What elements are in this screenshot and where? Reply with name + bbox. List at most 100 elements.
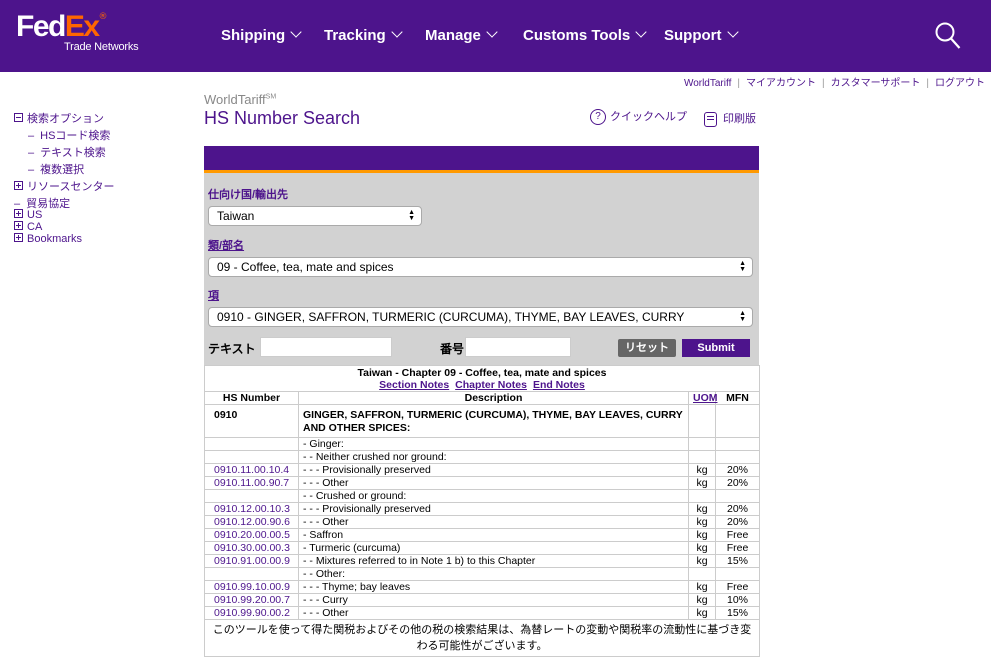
destination-select[interactable]: Taiwan ▲ ▼ (208, 206, 422, 226)
hs-number-cell[interactable]: 0910.99.20.00.7 (204, 593, 299, 607)
sidebar-item-bookmarks[interactable]: Bookmarks (14, 233, 82, 245)
sidebar-item-label: US (27, 209, 43, 221)
uom-cell: kg (688, 476, 716, 490)
nav-manage[interactable]: Manage (425, 26, 498, 44)
heading-value: 0910 - GINGER, SAFFRON, TURMERIC (CURCUM… (217, 310, 685, 324)
select-arrows-icon: ▲ ▼ (408, 209, 415, 222)
sidebar-item-us[interactable]: US (14, 209, 42, 221)
mfn-cell: 20% (714, 463, 761, 477)
number-label: 番号 (440, 342, 465, 356)
hs-number-cell[interactable]: 0910.11.00.10.4 (204, 463, 299, 477)
hs-number-cell[interactable]: 0910.11.00.90.7 (204, 476, 299, 490)
mfn-cell: 15% (714, 554, 761, 568)
question-icon: ? (590, 109, 606, 126)
description-cell: - - - Other (298, 515, 689, 529)
logo-fed: Fed (16, 10, 66, 43)
number-input[interactable] (465, 337, 571, 357)
end-notes-link[interactable]: End Notes (533, 379, 585, 391)
expand-icon[interactable] (14, 233, 23, 242)
results-table: Taiwan - Chapter 09 - Coffee, tea, mate … (203, 365, 761, 657)
quick-help-link[interactable]: ? クイックヘルプ (590, 108, 687, 126)
nav-tracking[interactable]: Tracking (324, 26, 403, 44)
hs-number-cell (204, 489, 299, 503)
col-description: Description (298, 391, 689, 405)
heading-label[interactable]: 項 (208, 287, 219, 303)
separator: | (737, 78, 740, 89)
heading-row: 0910 GINGER, SAFFRON, TURMERIC (CURCUMA)… (204, 404, 761, 438)
hs-number-cell (204, 450, 299, 464)
sidebar-item-hs-code-search[interactable]: – HSコード検索 (28, 127, 110, 143)
link-customer-support[interactable]: カスタマーサポート (831, 78, 921, 89)
hs-number-cell[interactable]: 0910.91.00.00.9 (204, 554, 299, 568)
results-caption-row: Taiwan - Chapter 09 - Coffee, tea, mate … (203, 365, 761, 392)
uom-cell: kg (688, 554, 716, 568)
sidebar-item-ca[interactable]: CA (14, 221, 42, 233)
results-body: - Ginger: - - Neither crushed nor ground:… (204, 437, 761, 620)
section-notes-link[interactable]: Section Notes (379, 379, 449, 391)
chapter-label[interactable]: 類/部名 (208, 237, 244, 253)
search-icon[interactable] (935, 22, 961, 50)
chevron-down-icon (290, 26, 302, 38)
hs-number-cell[interactable]: 0910.99.90.00.2 (204, 606, 299, 620)
sidebar-item-multi-select[interactable]: – 複数選択 (28, 161, 84, 177)
mfn-cell: 20% (714, 502, 761, 516)
text-input[interactable] (260, 337, 392, 357)
table-row: 0910.99.20.00.7- - - Curry kg 10% (204, 593, 761, 607)
link-worldtariff[interactable]: WorldTariff (684, 78, 731, 89)
sidebar-item-resource-center[interactable]: リソースセンター (14, 178, 114, 194)
table-row: 0910.12.00.10.3- - - Provisionally prese… (204, 502, 761, 516)
sidebar-item-label: 検索オプション (27, 113, 104, 125)
description-cell: - - - Thyme; bay leaves (298, 580, 689, 594)
description-cell: - - Mixtures referred to in Note 1 b) to… (298, 554, 689, 568)
sidebar-item-search-options[interactable]: 検索オプション (14, 110, 104, 126)
table-row: 0910.99.90.00.2- - - Other kg 15% (204, 606, 761, 620)
destination-value: Taiwan (217, 209, 255, 223)
reset-button[interactable]: リセット (618, 339, 676, 357)
hs-number-cell[interactable]: 0910.12.00.10.3 (204, 502, 299, 516)
table-row: 0910.99.10.00.9- - - Thyme; bay leaves kg… (204, 580, 761, 594)
sidebar-item-label: テキスト検索 (40, 147, 106, 159)
service-mark: SM (265, 93, 277, 101)
link-my-account[interactable]: マイアカウント (746, 78, 816, 89)
description-cell: - - Neither crushed nor ground: (298, 450, 689, 464)
expand-icon[interactable] (14, 221, 23, 230)
description-cell: - - - Provisionally preserved (298, 463, 689, 477)
text-label: テキスト (208, 342, 256, 356)
utility-links: WorldTariff | マイアカウント | カスタマーサポート | ログアウト (684, 74, 985, 89)
table-row: - - Other: (204, 567, 761, 581)
heading-select[interactable]: 0910 - GINGER, SAFFRON, TURMERIC (CURCUM… (208, 307, 753, 327)
chapter-notes-link[interactable]: Chapter Notes (455, 379, 527, 391)
col-uom-link[interactable]: UOM (688, 391, 718, 405)
expand-icon[interactable] (14, 209, 23, 218)
collapse-icon[interactable] (14, 113, 23, 122)
nav-customs-tools[interactable]: Customs Tools (523, 26, 647, 44)
hs-number-cell[interactable]: 0910.12.00.90.6 (204, 515, 299, 529)
col-hs-number: HS Number (204, 391, 299, 405)
fedex-logo[interactable]: FedEx® Trade Networks (16, 10, 139, 54)
logo-ex: Ex (64, 10, 100, 43)
brand-worldtariff: WorldTariffSM (204, 92, 276, 107)
submit-button[interactable]: Submit (682, 339, 750, 357)
table-row: - - Neither crushed nor ground: (204, 450, 761, 464)
nav-support-label: Support (664, 27, 722, 44)
nav-shipping[interactable]: Shipping (221, 26, 302, 44)
mfn-cell (714, 567, 761, 581)
chevron-down-icon (391, 26, 403, 38)
expand-icon[interactable] (14, 181, 23, 190)
logo-subtitle: Trade Networks (64, 41, 139, 53)
mfn-cell: 20% (714, 515, 761, 529)
mfn-cell: 20% (714, 476, 761, 490)
sidebar-item-text-search[interactable]: – テキスト検索 (28, 144, 106, 160)
hs-number-cell[interactable]: 0910.99.10.00.9 (204, 580, 299, 594)
nav-support[interactable]: Support (664, 26, 739, 44)
hs-number-cell[interactable]: 0910.30.00.00.3 (204, 541, 299, 555)
print-version-link[interactable]: 印刷版 (704, 110, 756, 127)
footnote-row: このツールを使って得た関税およびその他の税の検索結果は、為替レートの変動や関税率… (203, 619, 761, 657)
link-logout[interactable]: ログアウト (935, 78, 985, 89)
uom-cell (688, 437, 716, 451)
table-row: - - Crushed or ground: (204, 489, 761, 503)
hs-number-cell[interactable]: 0910.20.00.00.5 (204, 528, 299, 542)
logo-registered-mark: ® (98, 12, 108, 22)
chapter-select[interactable]: 09 - Coffee, tea, mate and spices ▲ ▼ (208, 257, 753, 277)
nav-manage-label: Manage (425, 27, 481, 44)
